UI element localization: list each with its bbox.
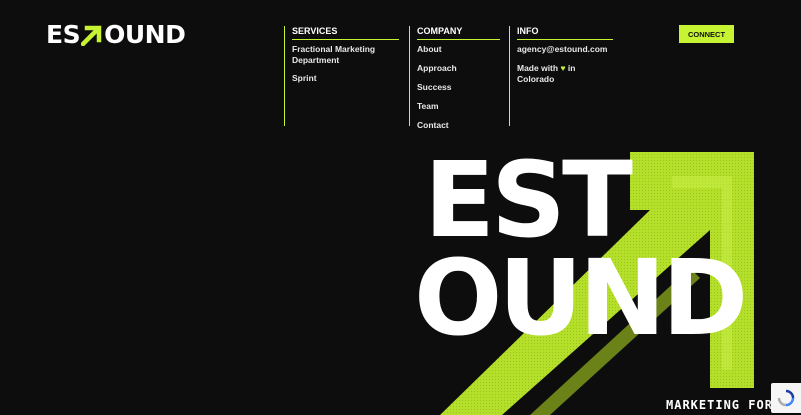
heart-icon: ♥ — [560, 63, 566, 73]
nav-item-fractional-marketing[interactable]: Fractional Marketing Department — [292, 44, 392, 66]
services-divider — [284, 26, 285, 126]
info-divider — [509, 26, 510, 126]
nav-item-sprint[interactable]: Sprint — [292, 73, 392, 84]
logo-text-right: OUND — [104, 20, 186, 49]
nav-item-approach[interactable]: Approach — [417, 63, 457, 74]
made-with-prefix: Made with — [517, 63, 559, 73]
hero: EST OUND — [410, 150, 801, 415]
connect-button[interactable]: CONNECT — [679, 25, 734, 43]
nav-item-team[interactable]: Team — [417, 101, 457, 112]
company-heading: COMPANY — [417, 26, 500, 40]
services-list: Fractional Marketing Department Sprint — [292, 44, 392, 92]
nav-item-about[interactable]: About — [417, 44, 457, 55]
hero-tagline: MARKETING FOR — [666, 398, 773, 412]
info-list: agency@estound.com Made with ♥ in Colora… — [517, 44, 607, 93]
logo-arrow-icon — [81, 25, 102, 46]
logo-text-left: ES — [46, 20, 81, 49]
services-heading: SERVICES — [292, 26, 399, 40]
hero-title-line2: OUND — [414, 237, 748, 359]
recaptcha-badge[interactable] — [771, 383, 801, 413]
info-email-link[interactable]: agency@estound.com — [517, 44, 607, 55]
nav-item-success[interactable]: Success — [417, 82, 457, 93]
info-made-with: Made with ♥ in Colorado — [517, 63, 607, 85]
company-divider — [409, 26, 410, 126]
recaptcha-icon — [777, 389, 795, 407]
nav-item-contact[interactable]: Contact — [417, 120, 457, 131]
info-heading: INFO — [517, 26, 613, 40]
logo[interactable]: ES OUND — [46, 20, 186, 49]
company-list: About Approach Success Team Contact — [417, 44, 457, 139]
